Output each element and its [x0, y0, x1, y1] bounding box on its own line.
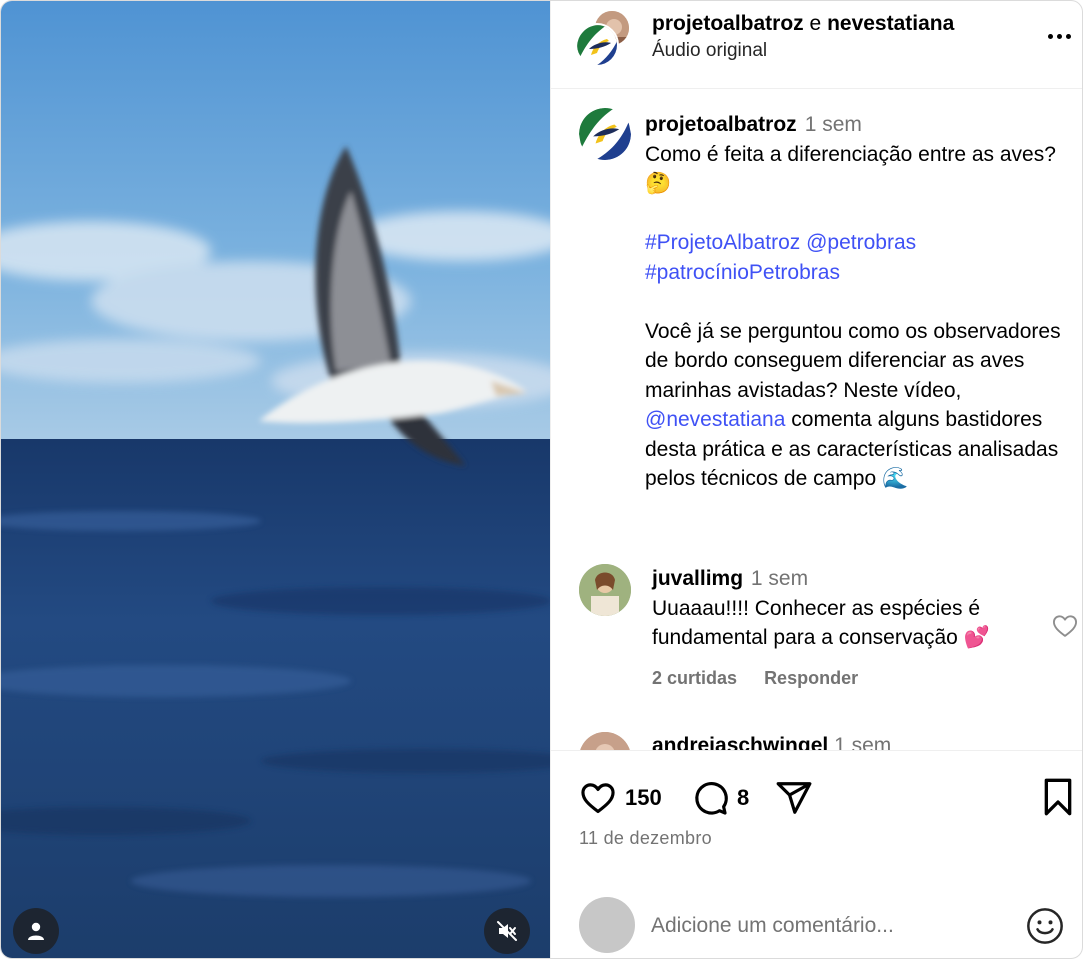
- add-comment-input[interactable]: [651, 909, 1011, 943]
- caption-paragraph-a: Você já se perguntou como os observadore…: [645, 319, 1061, 402]
- collab-avatars[interactable]: [575, 9, 635, 69]
- projetoalbatroz-logo: [577, 25, 617, 65]
- author-link-projetoalbatroz[interactable]: projetoalbatroz: [652, 12, 804, 35]
- comment-time[interactable]: 1 sem: [834, 734, 891, 750]
- post-authors: projetoalbatroz e nevestatiana: [652, 12, 954, 36]
- mute-toggle-button[interactable]: [484, 908, 530, 954]
- mention-petrobras[interactable]: @petrobras: [806, 231, 916, 254]
- comment-likes-link[interactable]: 2 curtidas: [652, 668, 737, 688]
- smiley-icon[interactable]: [1025, 906, 1065, 946]
- comment-item: andreiaschwingel 1 sem: [652, 734, 891, 750]
- paper-plane-icon: [776, 782, 812, 814]
- comment-reply-button[interactable]: Responder: [764, 668, 858, 688]
- hashtag-projetoalbatroz[interactable]: #ProjetoAlbatroz: [645, 231, 800, 254]
- share-button[interactable]: [775, 779, 813, 817]
- hashtag-patrocinio-petrobras[interactable]: #patrocínioPetrobras: [645, 261, 840, 284]
- post-dialog: projetoalbatroz e nevestatiana Áudio ori…: [0, 0, 1083, 959]
- comment-button[interactable]: 8: [691, 779, 749, 817]
- comment-text: Uuaaau!!!! Conhecer as espécies é fundam…: [652, 596, 990, 650]
- comment-avatar[interactable]: [579, 732, 631, 750]
- comment-item: juvallimg 1 sem Uuaaau!!!! Conhecer as e…: [652, 564, 1037, 653]
- caption-avatar[interactable]: [579, 108, 631, 160]
- caption-line1: Como é feita a diferenciação entre as av…: [645, 142, 1056, 196]
- ellipsis-icon: [1047, 33, 1053, 39]
- bookmark-icon: [1044, 778, 1072, 816]
- video-player[interactable]: [1, 1, 550, 958]
- comment-avatar[interactable]: [579, 564, 631, 616]
- comment-username[interactable]: andreiaschwingel: [652, 734, 828, 750]
- more-options-button[interactable]: [1041, 21, 1077, 51]
- comment-like-heart-icon[interactable]: [1051, 612, 1079, 640]
- caption-username[interactable]: projetoalbatroz: [645, 113, 797, 136]
- comment-bubble-icon: [695, 782, 728, 815]
- tagged-users-button[interactable]: [13, 908, 59, 954]
- current-user-avatar: [579, 897, 635, 953]
- save-button[interactable]: [1041, 777, 1075, 817]
- likes-count[interactable]: 150: [625, 785, 662, 811]
- like-button[interactable]: 150: [579, 779, 662, 817]
- comments-scroll-area[interactable]: projetoalbatroz 1 sem Como é feita a dife…: [551, 90, 1082, 750]
- post-date[interactable]: 11 de dezembro: [579, 828, 712, 849]
- author-link-nevestatiana[interactable]: nevestatiana: [827, 12, 954, 35]
- comment-meta: 2 curtidas Responder: [652, 668, 880, 689]
- authors-connector: e: [809, 12, 822, 35]
- speaker-muted-icon: [497, 921, 517, 941]
- heart-icon: [581, 783, 615, 814]
- comments-count[interactable]: 8: [737, 785, 749, 811]
- post-actions: 150 8 11 de dezembro: [551, 750, 1082, 958]
- post-caption: projetoalbatroz 1 sem Como é feita a dife…: [645, 110, 1075, 494]
- mention-nevestatiana[interactable]: @nevestatiana: [645, 408, 785, 431]
- comment-time[interactable]: 1 sem: [751, 567, 808, 590]
- caption-time[interactable]: 1 sem: [805, 113, 862, 136]
- audio-link[interactable]: Áudio original: [652, 40, 767, 62]
- projetoalbatroz-logo: [579, 108, 631, 160]
- post-details-panel: projetoalbatroz e nevestatiana Áudio ori…: [550, 1, 1082, 958]
- avatar-projetoalbatroz[interactable]: [575, 23, 619, 67]
- comment-username[interactable]: juvallimg: [652, 567, 743, 590]
- post-header: projetoalbatroz e nevestatiana Áudio ori…: [551, 1, 1082, 89]
- albatross-video-frame: [1, 1, 550, 958]
- user-icon: [28, 922, 44, 940]
